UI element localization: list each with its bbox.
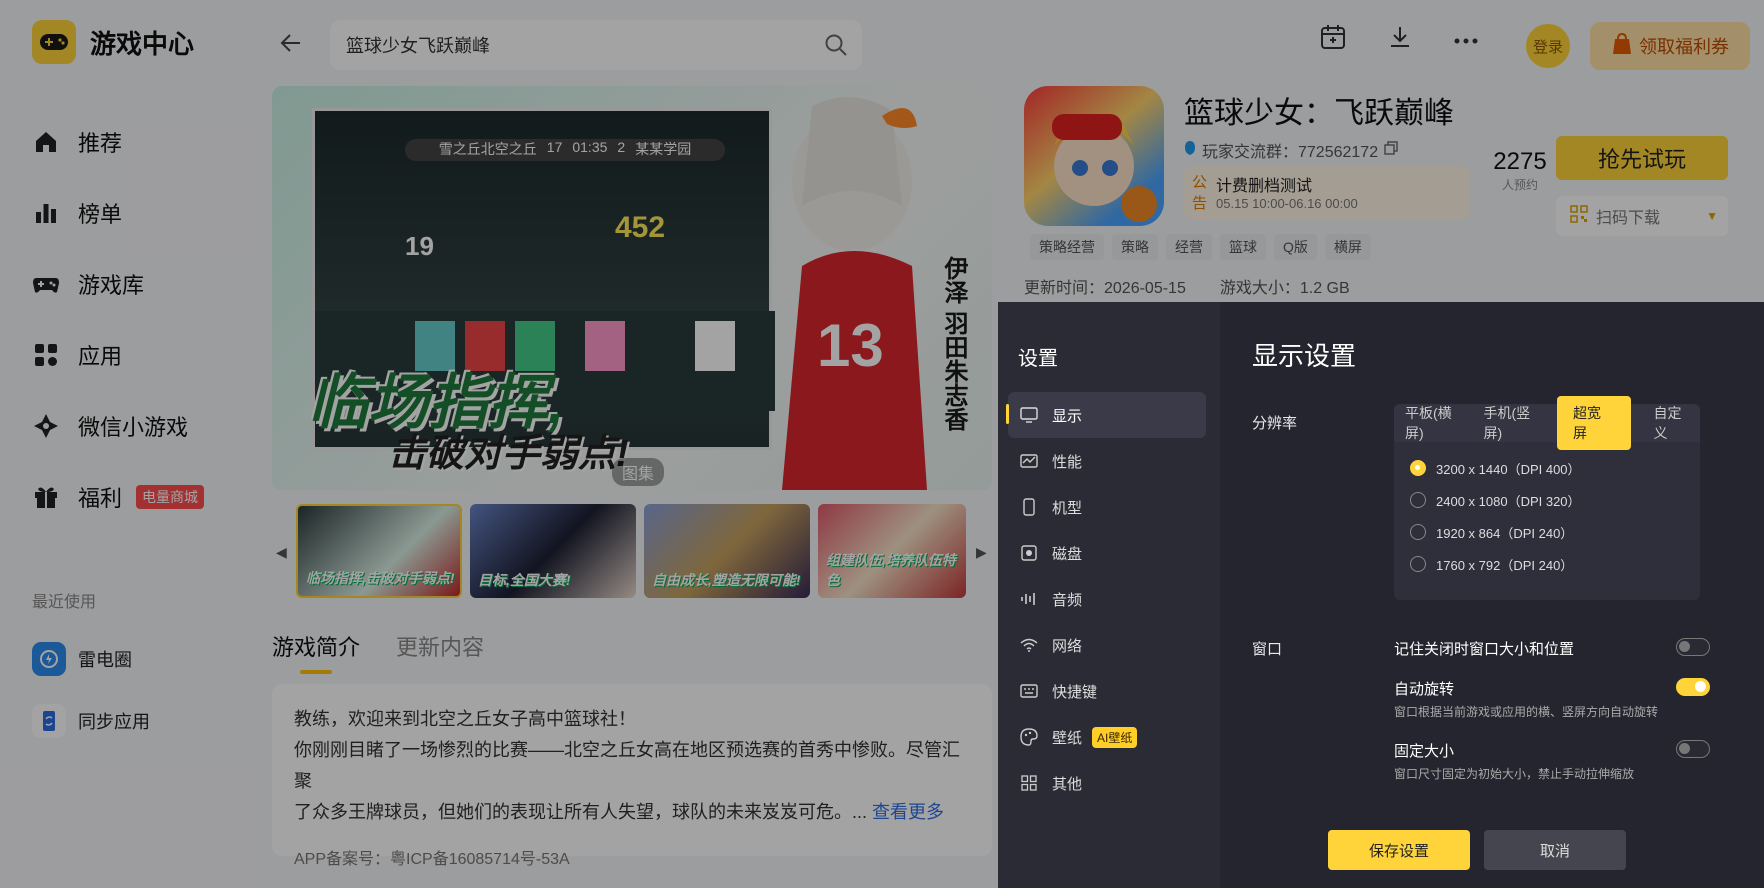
settings-item-label: 音频 xyxy=(1052,591,1083,609)
res-tab-ultrawide[interactable]: 超宽屏 xyxy=(1557,396,1631,450)
settings-item-label: 性能 xyxy=(1052,453,1083,471)
resolution-option-label: 2400 x 1080（DPI 320） xyxy=(1436,493,1581,509)
res-tab-tablet[interactable]: 平板(横屏) xyxy=(1400,396,1475,450)
settings-item-other[interactable]: 其他 xyxy=(1008,760,1206,806)
display-settings-panel: 显示设置 分辨率 平板(横屏) 手机(竖屏) 超宽屏 自定义 3200 x 14… xyxy=(1220,302,1764,888)
settings-item-disk[interactable]: 磁盘 xyxy=(1008,530,1206,576)
settings-title: 设置 xyxy=(1018,348,1058,370)
resolution-option[interactable]: 3200 x 1440（DPI 400） xyxy=(1410,452,1581,484)
window-option-title: 固定大小 xyxy=(1394,743,1455,760)
window-option-title: 自动旋转 xyxy=(1394,681,1455,698)
window-option-desc: 窗口尺寸固定为初始大小，禁止手动拉伸缩放 xyxy=(1394,767,1635,781)
window-remember-size-row: 记住关闭时窗口大小和位置 xyxy=(1394,638,1714,659)
settings-item-label: 壁纸 xyxy=(1052,729,1083,747)
resolution-label: 分辨率 xyxy=(1252,415,1298,432)
phone-icon xyxy=(1020,498,1038,516)
resolution-option[interactable]: 1920 x 864（DPI 240） xyxy=(1410,516,1581,548)
wifi-icon xyxy=(1020,636,1038,654)
resolution-option-label: 1920 x 864（DPI 240） xyxy=(1436,525,1574,541)
radio[interactable] xyxy=(1410,524,1426,540)
cancel-button[interactable]: 取消 xyxy=(1484,830,1626,870)
settings-dialog: 设置 显示 性能 机型 磁盘 音频 网络 快捷键 壁纸 AI壁纸 其他 显示设置… xyxy=(998,302,1764,888)
settings-item-label: 磁盘 xyxy=(1052,545,1083,563)
keyboard-icon xyxy=(1020,682,1038,700)
res-tab-phone[interactable]: 手机(竖屏) xyxy=(1479,396,1554,450)
radio[interactable] xyxy=(1410,556,1426,572)
settings-item-device-model[interactable]: 机型 xyxy=(1008,484,1206,530)
resolution-options: 3200 x 1440（DPI 400） 2400 x 1080（DPI 320… xyxy=(1410,452,1581,580)
grid-icon xyxy=(1020,774,1038,792)
palette-icon xyxy=(1020,728,1038,746)
window-option-desc: 窗口根据当前游戏或应用的横、竖屏方向自动旋转 xyxy=(1394,705,1659,719)
resolution-option[interactable]: 1760 x 792（DPI 240） xyxy=(1410,548,1581,580)
settings-item-wallpaper[interactable]: 壁纸 AI壁纸 xyxy=(1008,714,1206,760)
settings-item-performance[interactable]: 性能 xyxy=(1008,438,1206,484)
performance-icon xyxy=(1020,452,1038,470)
resolution-option[interactable]: 2400 x 1080（DPI 320） xyxy=(1410,484,1581,516)
resolution-selector: 平板(横屏) 手机(竖屏) 超宽屏 自定义 3200 x 1440（DPI 40… xyxy=(1394,396,1700,600)
window-fixed-size-row: 固定大小 窗口尺寸固定为初始大小，禁止手动拉伸缩放 xyxy=(1394,740,1714,782)
fixed-size-toggle[interactable] xyxy=(1676,740,1710,758)
settings-item-label: 快捷键 xyxy=(1052,683,1098,701)
ai-wallpaper-badge: AI壁纸 xyxy=(1092,726,1138,748)
disk-icon xyxy=(1020,544,1038,562)
resolution-option-label: 3200 x 1440（DPI 400） xyxy=(1436,461,1581,477)
save-settings-button[interactable]: 保存设置 xyxy=(1328,830,1470,870)
settings-item-network[interactable]: 网络 xyxy=(1008,622,1206,668)
settings-item-label: 网络 xyxy=(1052,637,1083,655)
settings-item-label: 其他 xyxy=(1052,775,1083,793)
settings-menu: 显示 性能 机型 磁盘 音频 网络 快捷键 壁纸 AI壁纸 其他 xyxy=(1006,392,1206,806)
settings-sidebar: 设置 显示 性能 机型 磁盘 音频 网络 快捷键 壁纸 AI壁纸 其他 xyxy=(998,302,1220,888)
display-settings-heading: 显示设置 xyxy=(1252,341,1357,371)
resolution-option-label: 1760 x 792（DPI 240） xyxy=(1436,557,1574,573)
window-option-title: 记住关闭时窗口大小和位置 xyxy=(1394,641,1575,658)
res-tab-custom[interactable]: 自定义 xyxy=(1649,396,1700,450)
monitor-icon xyxy=(1020,406,1038,424)
settings-item-label: 机型 xyxy=(1052,499,1083,517)
window-label: 窗口 xyxy=(1252,641,1283,658)
audio-icon xyxy=(1020,590,1038,608)
resolution-tabs: 平板(横屏) 手机(竖屏) 超宽屏 自定义 xyxy=(1394,396,1700,450)
settings-item-audio[interactable]: 音频 xyxy=(1008,576,1206,622)
remember-size-toggle[interactable] xyxy=(1676,638,1710,656)
auto-rotate-toggle[interactable] xyxy=(1676,678,1710,696)
settings-item-display[interactable]: 显示 xyxy=(1006,392,1206,438)
settings-item-shortcuts[interactable]: 快捷键 xyxy=(1008,668,1206,714)
settings-item-label: 显示 xyxy=(1052,407,1083,425)
radio-selected[interactable] xyxy=(1410,460,1426,476)
radio[interactable] xyxy=(1410,492,1426,508)
window-auto-rotate-row: 自动旋转 窗口根据当前游戏或应用的横、竖屏方向自动旋转 xyxy=(1394,678,1714,720)
